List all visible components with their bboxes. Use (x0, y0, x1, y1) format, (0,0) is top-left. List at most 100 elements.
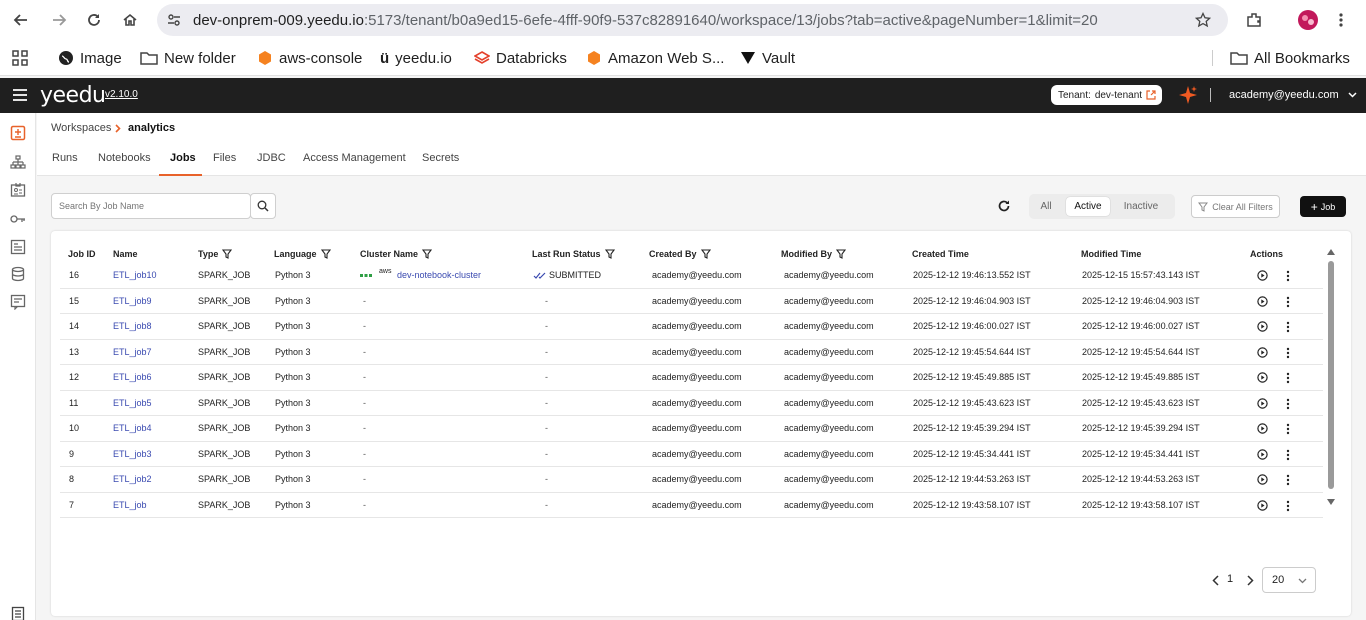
more-options-icon[interactable] (1286, 321, 1290, 333)
job-name-link[interactable]: ETL_job9 (113, 296, 152, 306)
key-icon[interactable] (10, 211, 26, 227)
tab-access-management[interactable]: Access Management (303, 152, 406, 164)
col-type[interactable]: Type (198, 248, 233, 260)
workspace-icon[interactable] (10, 125, 26, 141)
run-job-icon[interactable] (1257, 397, 1268, 409)
more-options-icon[interactable] (1286, 270, 1290, 282)
ai-sparkle-icon[interactable] (1178, 85, 1198, 105)
cluster-link[interactable]: dev-notebook-cluster (397, 270, 481, 280)
more-options-icon[interactable] (1286, 474, 1290, 486)
table-row[interactable]: 11 ETL_job5 SPARK_JOB Python 3 - - acade… (60, 391, 1323, 416)
job-name-link[interactable]: ETL_job (113, 500, 147, 510)
job-name-link[interactable]: ETL_job5 (113, 398, 152, 408)
more-options-icon[interactable] (1286, 372, 1290, 384)
run-job-icon[interactable] (1257, 321, 1268, 332)
tab-runs[interactable]: Runs (52, 152, 78, 164)
filter-active[interactable]: Active (1066, 197, 1110, 216)
hierarchy-icon[interactable] (10, 155, 26, 171)
col-last-run-status[interactable]: Last Run Status (532, 248, 615, 260)
breadcrumb-workspaces[interactable]: Workspaces (51, 122, 111, 134)
table-row[interactable]: 9 ETL_job3 SPARK_JOB Python 3 - - academ… (60, 442, 1323, 467)
bookmark-vault[interactable]: Vault (740, 48, 795, 68)
filter-icon[interactable] (604, 249, 615, 259)
tenant-chip[interactable]: Tenant: dev-tenant (1051, 85, 1162, 105)
more-options-icon[interactable] (1286, 423, 1290, 435)
add-job-button[interactable]: + Job (1300, 196, 1346, 217)
col-modified-by[interactable]: Modified By (781, 248, 846, 260)
run-job-icon[interactable] (1257, 372, 1268, 383)
table-row[interactable]: 12 ETL_job6 SPARK_JOB Python 3 - - acade… (60, 365, 1323, 391)
tab-jdbc[interactable]: JDBC (257, 152, 286, 164)
job-name-link[interactable]: ETL_job3 (113, 449, 152, 459)
job-name-link[interactable]: ETL_job2 (113, 474, 152, 484)
more-options-icon[interactable] (1286, 296, 1290, 308)
bookmark-star-icon[interactable] (1195, 12, 1211, 28)
back-icon[interactable] (9, 8, 33, 32)
bookmark-yeedu[interactable]: ü yeedu.io (380, 48, 452, 68)
scrollbar-thumb[interactable] (1328, 261, 1334, 489)
more-options-icon[interactable] (1286, 500, 1290, 512)
next-page-button[interactable] (1244, 573, 1256, 587)
table-row[interactable]: 14 ETL_job8 SPARK_JOB Python 3 - - acade… (60, 314, 1323, 340)
bookmark-aws-console[interactable]: aws-console (257, 48, 362, 68)
apps-grid-icon[interactable] (12, 48, 28, 68)
tab-secrets[interactable]: Secrets (422, 152, 459, 164)
more-options-icon[interactable] (1286, 449, 1290, 461)
database-icon[interactable] (10, 266, 26, 282)
clear-all-filters-button[interactable]: Clear All Filters (1191, 195, 1280, 218)
table-row[interactable]: 13 ETL_job7 SPARK_JOB Python 3 - - acade… (60, 340, 1323, 365)
current-page[interactable]: 1 (1227, 573, 1233, 585)
run-job-icon[interactable] (1257, 270, 1268, 281)
tab-files[interactable]: Files (213, 152, 236, 164)
filter-inactive[interactable]: Inactive (1115, 197, 1167, 216)
run-job-icon[interactable] (1257, 499, 1268, 511)
run-job-icon[interactable] (1257, 474, 1268, 485)
filter-icon[interactable] (700, 249, 711, 259)
address-bar[interactable]: dev-onprem-009.yeedu.io:5173/tenant/b0a9… (157, 4, 1228, 36)
id-card-icon[interactable] (10, 182, 26, 198)
table-row[interactable]: 16 ETL_job10 SPARK_JOB Python 3 aws dev-… (60, 263, 1323, 289)
job-name-link[interactable]: ETL_job4 (113, 423, 152, 433)
site-info-icon[interactable] (167, 13, 181, 27)
hamburger-menu-icon[interactable] (12, 88, 28, 102)
user-menu[interactable]: academy@yeedu.com (1229, 89, 1357, 101)
dashboard-icon[interactable] (10, 239, 26, 255)
table-row[interactable]: 15 ETL_job9 SPARK_JOB Python 3 - - acade… (60, 289, 1323, 314)
col-language[interactable]: Language (274, 248, 331, 260)
notes-icon[interactable] (10, 294, 26, 310)
job-name-link[interactable]: ETL_job10 (113, 270, 157, 280)
run-job-icon[interactable] (1257, 295, 1268, 307)
bookmark-image[interactable]: Image (58, 48, 122, 68)
bookmark-amazon-web-services[interactable]: Amazon Web S... (586, 48, 724, 68)
table-row[interactable]: 8 ETL_job2 SPARK_JOB Python 3 - - academ… (60, 467, 1323, 493)
tab-jobs[interactable]: Jobs (170, 152, 196, 164)
col-created-by[interactable]: Created By (649, 248, 711, 260)
document-icon[interactable] (10, 606, 26, 620)
run-job-icon[interactable] (1257, 423, 1268, 434)
scroll-down-icon[interactable] (1327, 499, 1335, 505)
profile-avatar[interactable] (1296, 8, 1320, 32)
job-search-input[interactable] (51, 193, 251, 219)
job-name-link[interactable]: ETL_job6 (113, 372, 152, 382)
home-icon[interactable] (118, 8, 142, 32)
filter-icon[interactable] (422, 249, 433, 259)
more-options-icon[interactable] (1286, 398, 1290, 410)
version-link[interactable]: v2.10.0 (105, 89, 138, 100)
bookmark-databricks[interactable]: Databricks (474, 48, 567, 68)
reload-icon[interactable] (82, 8, 106, 32)
brand-logo[interactable]: yeedu (40, 83, 106, 108)
forward-icon[interactable] (47, 8, 71, 32)
browser-menu-icon[interactable] (1329, 8, 1353, 32)
bookmark-new-folder[interactable]: New folder (140, 48, 236, 68)
more-options-icon[interactable] (1286, 347, 1290, 359)
all-bookmarks[interactable]: All Bookmarks (1230, 48, 1350, 68)
job-name-link[interactable]: ETL_job8 (113, 321, 152, 331)
search-button[interactable] (250, 193, 276, 219)
prev-page-button[interactable] (1209, 573, 1221, 587)
filter-icon[interactable] (836, 249, 846, 259)
run-job-icon[interactable] (1257, 346, 1268, 358)
refresh-icon[interactable] (996, 198, 1012, 214)
col-cluster-name[interactable]: Cluster Name (360, 248, 433, 260)
tab-notebooks[interactable]: Notebooks (98, 152, 151, 164)
page-size-select[interactable]: 20 (1262, 567, 1316, 593)
